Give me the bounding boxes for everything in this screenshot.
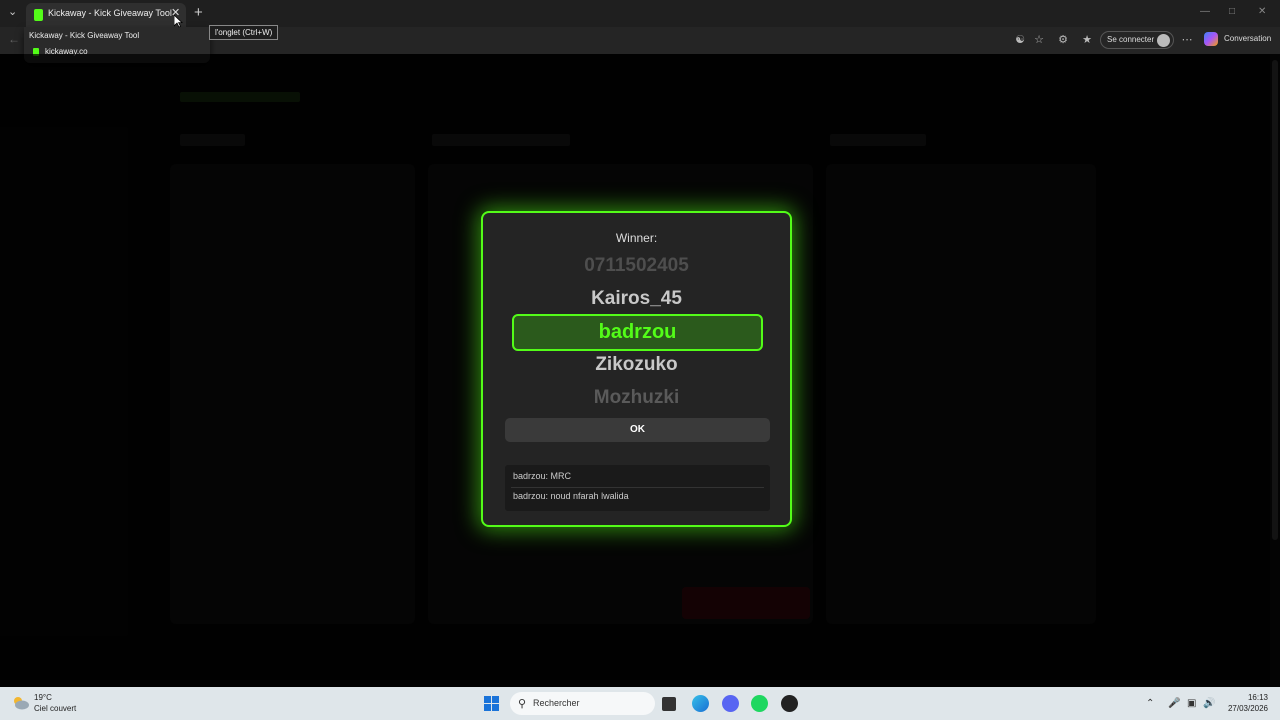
translate-icon[interactable]: ☯: [1013, 33, 1027, 47]
clock-time[interactable]: 16:13: [1228, 693, 1268, 702]
ok-button[interactable]: OK: [505, 418, 770, 442]
copilot-icon[interactable]: [1204, 32, 1218, 46]
new-tab-icon[interactable]: +: [194, 4, 203, 21]
reel-entry: Mozhuzki: [593, 387, 680, 408]
sign-in-button[interactable]: Se connecter: [1100, 31, 1174, 49]
extensions-icon[interactable]: ⚙: [1056, 33, 1070, 47]
search-icon: ⚲: [518, 698, 527, 710]
copilot-label[interactable]: Conversation: [1224, 34, 1271, 43]
spotify-icon[interactable]: [751, 695, 768, 712]
tab-title: Kickaway - Kick Giveaway Tool: [48, 8, 172, 18]
volume-icon[interactable]: 🔊: [1203, 698, 1215, 709]
sign-in-label: Se connecter: [1107, 35, 1155, 44]
maximize-icon[interactable]: □: [1229, 6, 1235, 17]
chat-message: badrzou: MRC: [513, 471, 572, 481]
winner-label: Winner:: [615, 231, 658, 245]
close-tab-tooltip: l'onglet (Ctrl+W): [209, 25, 279, 40]
avatar-icon: [1157, 34, 1170, 47]
winner-chat-log: badrzou: MRC badrzou: noud nfarah lwalid…: [505, 465, 770, 511]
reel-entry: 0711502405: [584, 255, 689, 276]
taskbar-search[interactable]: ⚲ Rechercher: [510, 692, 655, 715]
microphone-icon[interactable]: 🎤: [1168, 698, 1180, 709]
winner-modal: Winner: 0711502405 Kairos_45 badrzou Zik…: [481, 211, 792, 527]
more-menu-icon[interactable]: ⋯: [1180, 33, 1194, 47]
chat-message: badrzou: noud nfarah lwalida: [513, 491, 629, 501]
kick-favicon-icon: [34, 9, 43, 21]
app-icon[interactable]: [781, 695, 798, 712]
taskbar: 19°C Ciel couvert ⚲ Rechercher ⌃ 🎤 ▣ 🔊 1…: [0, 687, 1280, 720]
discord-icon[interactable]: [722, 695, 739, 712]
favorite-star-icon[interactable]: ☆: [1032, 33, 1046, 47]
minimize-icon[interactable]: —: [1200, 6, 1210, 17]
winner-highlight: badrzou: [512, 314, 763, 351]
favorites-list-icon[interactable]: ★: [1080, 33, 1094, 47]
search-placeholder: Rechercher: [533, 698, 580, 708]
winner-name: badrzou: [598, 321, 677, 343]
clock-date[interactable]: 27/03/2026: [1220, 704, 1268, 713]
back-icon[interactable]: ←: [8, 32, 20, 46]
weather-temp[interactable]: 19°C: [34, 693, 52, 702]
close-window-icon[interactable]: ✕: [1258, 6, 1266, 17]
browser-tab[interactable]: Kickaway - Kick Giveaway Tool ✕: [26, 3, 186, 27]
divider: [511, 487, 764, 488]
edge-icon[interactable]: [692, 695, 709, 712]
windows-start-icon[interactable]: [484, 696, 499, 711]
reel-entry: Kairos_45: [591, 288, 682, 309]
mouse-cursor-icon: [174, 15, 183, 28]
network-icon[interactable]: ▣: [1187, 698, 1196, 709]
reel-entry: Zikozuko: [595, 354, 678, 375]
weather-desc[interactable]: Ciel couvert: [34, 704, 76, 713]
tray-expand-icon[interactable]: ⌃: [1146, 698, 1154, 709]
task-view-icon[interactable]: [662, 697, 676, 711]
cloud-weather-icon[interactable]: [12, 695, 30, 711]
tab-list-icon[interactable]: ⌄: [8, 5, 17, 18]
hover-card-title: Kickaway - Kick Giveaway Tool: [29, 31, 140, 40]
browser-tab-bar: ⌄ Kickaway - Kick Giveaway Tool ✕ + — □ …: [0, 0, 1280, 27]
